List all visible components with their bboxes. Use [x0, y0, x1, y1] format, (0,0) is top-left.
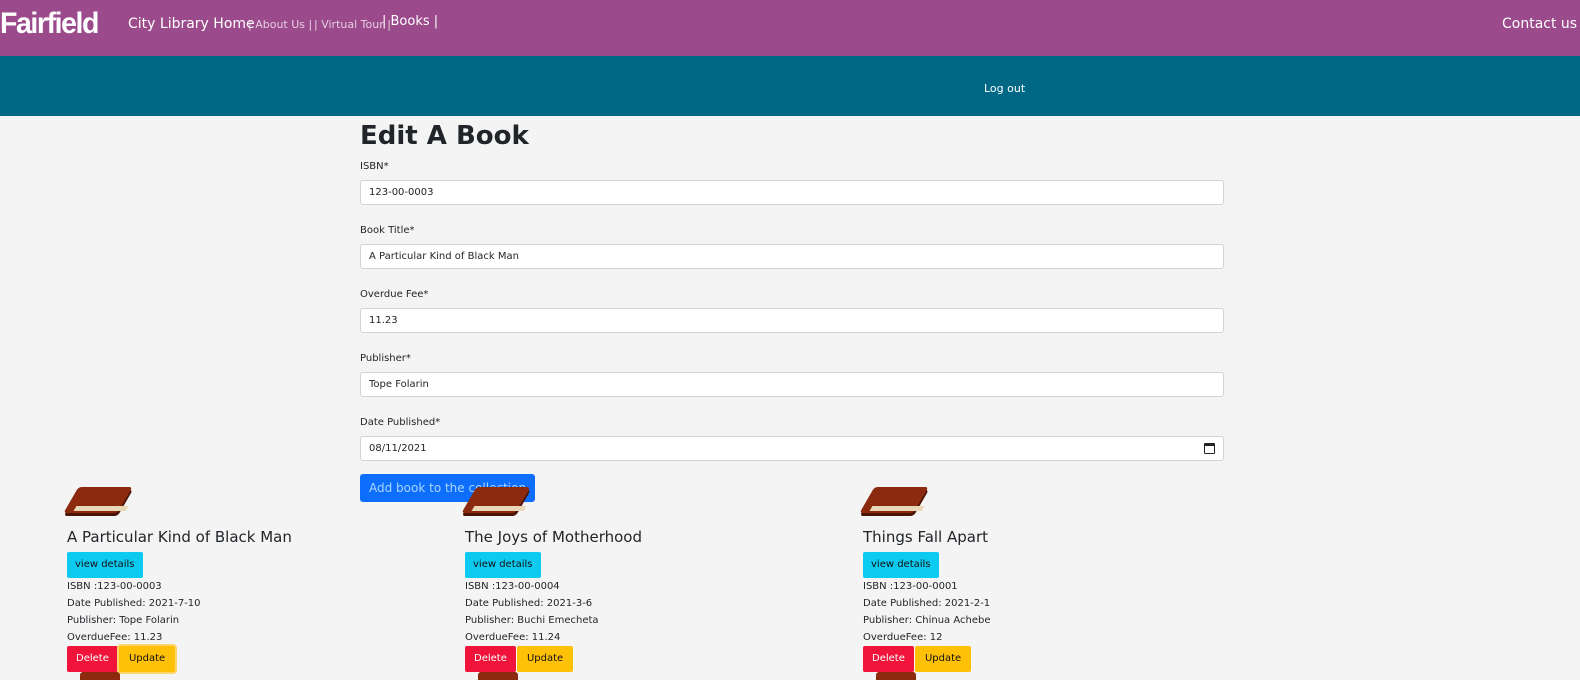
book-actions: Delete Update — [863, 646, 1163, 672]
book-isbn: ISBN :123-00-0004 — [465, 581, 560, 592]
calendar-icon[interactable] — [1204, 443, 1215, 454]
book-title-label: Book Title* — [360, 225, 415, 236]
book-icon — [80, 672, 120, 680]
book-publisher: Publisher: Tope Folarin — [67, 615, 180, 626]
nav-link-books[interactable]: | Books | — [382, 14, 438, 29]
book-icon — [461, 484, 531, 520]
page-title: Edit A Book — [360, 121, 529, 151]
edit-book-form: Edit A Book ISBN* 123-00-0003 Book Title… — [360, 118, 1224, 502]
isbn-input[interactable]: 123-00-0003 — [360, 180, 1224, 205]
book-icon — [876, 672, 916, 680]
book-date-published: Date Published: 2021-3-6 — [465, 598, 593, 609]
book-overdue-fee: OverdueFee: 11.24 — [465, 632, 561, 643]
secondary-navbar: Log out — [0, 56, 1580, 116]
view-details-button[interactable]: view details — [863, 552, 939, 578]
update-button[interactable]: Update — [118, 646, 176, 672]
overdue-fee-label: Overdue Fee* — [360, 289, 429, 300]
book-actions: Delete Update — [67, 646, 367, 672]
book-isbn: ISBN :123-00-0003 — [67, 581, 162, 592]
book-title-input[interactable]: A Particular Kind of Black Man — [360, 244, 1224, 269]
delete-button[interactable]: Delete — [465, 646, 516, 672]
nav-link-home[interactable]: City Library Home — [128, 16, 255, 32]
book-date-published: Date Published: 2021-7-10 — [67, 598, 201, 609]
book-publisher: Publisher: Buchi Emecheta — [465, 615, 599, 626]
book-actions: Delete Update — [465, 646, 765, 672]
book-date-published: Date Published: 2021-2-1 — [863, 598, 991, 609]
nav-link-about[interactable]: | About Us | — [248, 18, 312, 31]
brand-logo[interactable]: Fairfield — [0, 7, 99, 41]
overdue-fee-input[interactable]: 11.23 — [360, 308, 1224, 333]
update-button[interactable]: Update — [914, 646, 972, 672]
book-title: A Particular Kind of Black Man — [67, 528, 292, 546]
publisher-input[interactable]: Tope Folarin — [360, 372, 1224, 397]
book-card: Things Fall Apart view details ISBN :123… — [859, 484, 1163, 672]
delete-button[interactable]: Delete — [67, 646, 118, 672]
book-icon — [63, 484, 133, 520]
view-details-button[interactable]: view details — [465, 552, 541, 578]
update-button[interactable]: Update — [516, 646, 574, 672]
book-publisher: Publisher: Chinua Achebe — [863, 615, 991, 626]
book-overdue-fee: OverdueFee: 11.23 — [67, 632, 163, 643]
book-icon — [478, 672, 518, 680]
book-card: The Joys of Motherhood view details ISBN… — [461, 484, 765, 672]
book-title: The Joys of Motherhood — [465, 528, 642, 546]
logout-link[interactable]: Log out — [984, 82, 1025, 95]
book-isbn: ISBN :123-00-0001 — [863, 581, 958, 592]
delete-button[interactable]: Delete — [863, 646, 914, 672]
publisher-label: Publisher* — [360, 353, 411, 364]
nav-link-virtual-tour[interactable]: | Virtual Tour | — [314, 18, 391, 31]
nav-link-contact[interactable]: Contact us — [1502, 16, 1577, 32]
book-icon — [859, 484, 929, 520]
date-published-input[interactable]: 08/11/2021 — [360, 436, 1224, 461]
date-published-value: 08/11/2021 — [369, 443, 427, 454]
date-published-label: Date Published* — [360, 417, 441, 428]
book-card: A Particular Kind of Black Man view deta… — [63, 484, 367, 672]
isbn-label: ISBN* — [360, 161, 389, 172]
top-navbar: Fairfield City Library Home | About Us |… — [0, 0, 1580, 56]
book-title: Things Fall Apart — [863, 528, 989, 546]
view-details-button[interactable]: view details — [67, 552, 143, 578]
book-overdue-fee: OverdueFee: 12 — [863, 632, 943, 643]
